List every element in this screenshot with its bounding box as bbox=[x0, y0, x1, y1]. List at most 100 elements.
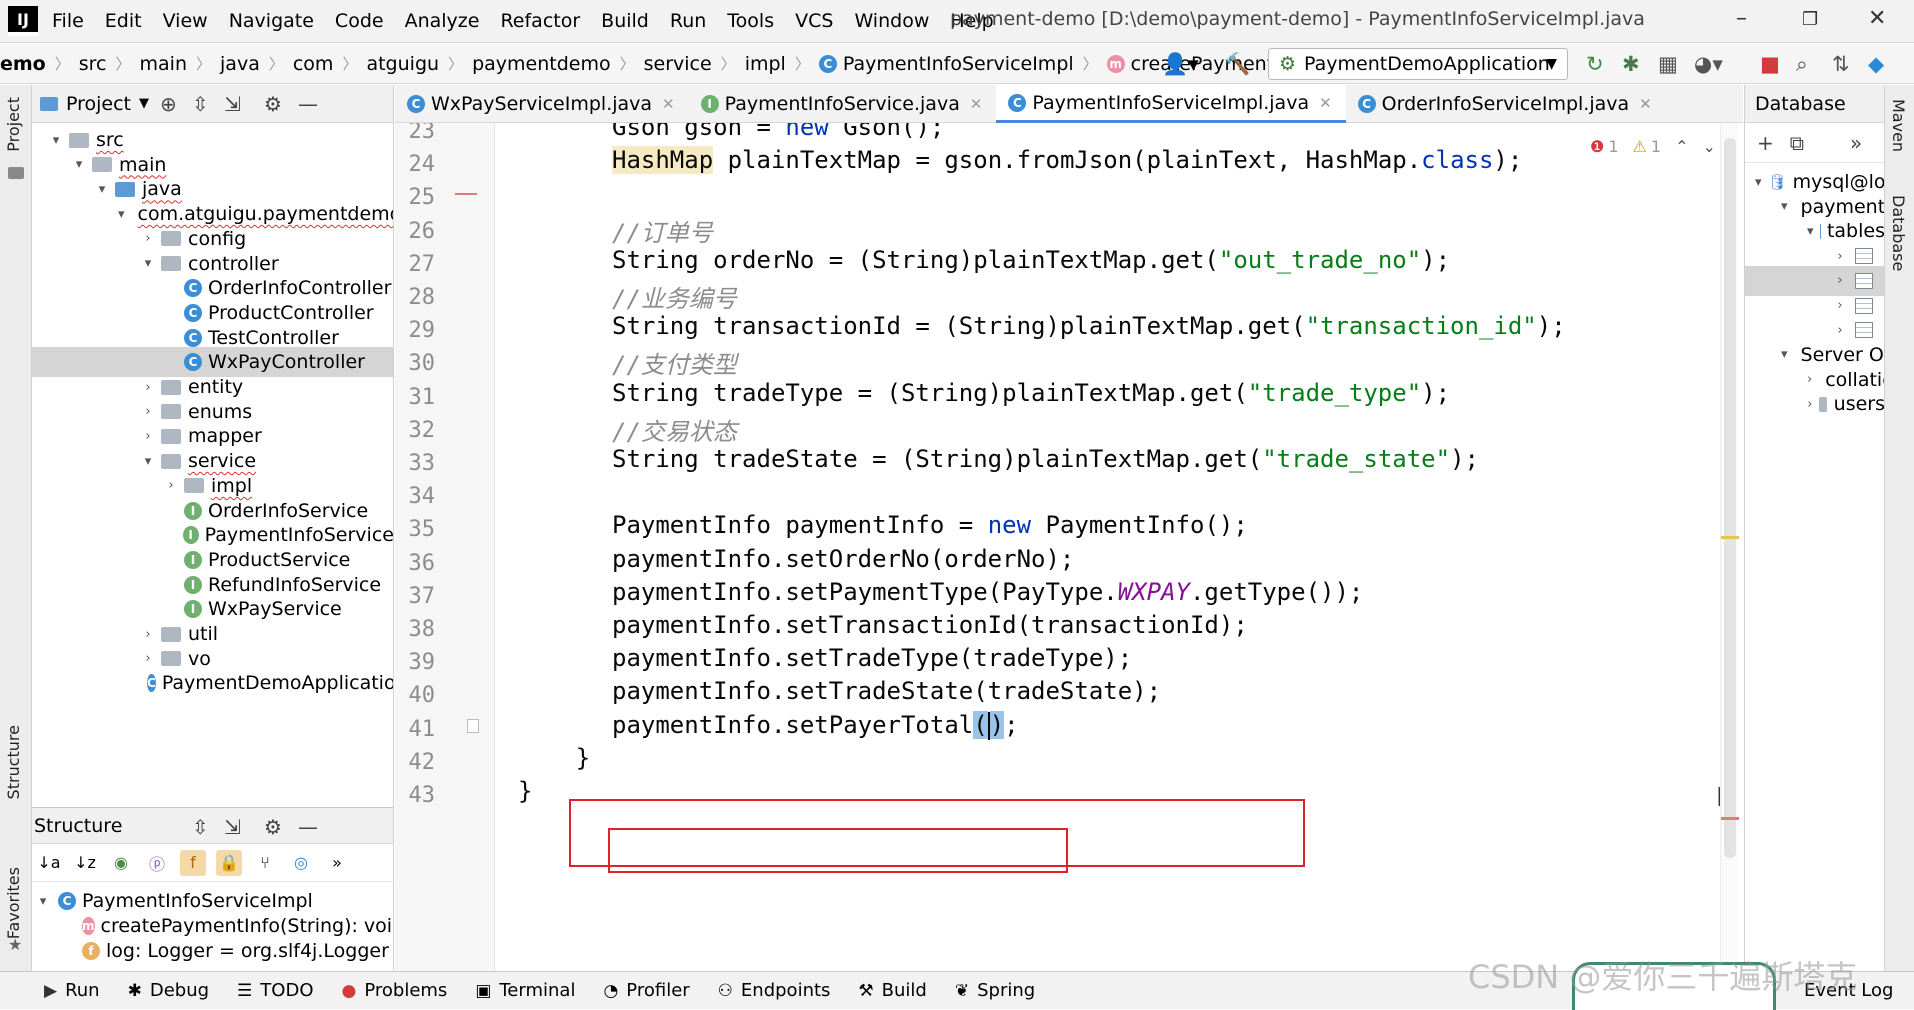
tree-item[interactable]: CPaymentDemoApplication bbox=[32, 668, 394, 698]
favorites-tool-tab[interactable]: Favorites bbox=[4, 867, 23, 939]
bottom-tab-terminal[interactable]: ▣Terminal bbox=[475, 980, 575, 1001]
chevron-down-icon[interactable]: ▼ bbox=[139, 96, 149, 111]
menu-item-file[interactable]: File bbox=[52, 10, 84, 32]
gear-icon[interactable]: ⚙ bbox=[264, 815, 282, 839]
show-lambdas-icon[interactable]: ⑂ bbox=[252, 850, 278, 876]
hide-icon[interactable]: — bbox=[298, 92, 318, 116]
structure-tool-tab[interactable]: Structure bbox=[4, 725, 23, 799]
editor-tab[interactable]: CWxPayServiceImpl.java✕ bbox=[395, 85, 689, 123]
bottom-tab-endpoints[interactable]: ⚇Endpoints bbox=[718, 980, 831, 1001]
breadcrumb-item[interactable]: paymentdemo bbox=[472, 53, 611, 75]
add-icon[interactable]: + bbox=[1757, 131, 1774, 155]
collapse-arrow-icon[interactable]: › bbox=[141, 380, 155, 395]
hammer-icon[interactable]: 🔨 bbox=[1224, 52, 1250, 77]
sort-alpha-icon[interactable]: ↓z bbox=[72, 850, 98, 876]
collapse-arrow-icon[interactable]: › bbox=[141, 404, 155, 419]
menu-item-view[interactable]: View bbox=[163, 10, 208, 32]
maven-tool-tab[interactable]: Maven bbox=[1889, 99, 1908, 152]
bottom-tab-problems[interactable]: ●Problems bbox=[342, 980, 448, 1001]
close-tab-icon[interactable]: ✕ bbox=[1639, 95, 1652, 113]
close-icon[interactable]: ✕ bbox=[1868, 6, 1886, 31]
project-tool-tab[interactable]: Project bbox=[4, 97, 23, 152]
bottom-tab-spring[interactable]: ❦Spring bbox=[955, 980, 1035, 1001]
bottom-tab-run[interactable]: ▶Run bbox=[44, 980, 100, 1001]
editor-scrollbar[interactable] bbox=[1720, 123, 1738, 971]
menu-item-window[interactable]: Window bbox=[854, 10, 929, 32]
database-tool-tab[interactable]: Database bbox=[1889, 195, 1908, 271]
error-marker[interactable] bbox=[1721, 817, 1739, 820]
show-fields-icon[interactable]: f bbox=[180, 850, 206, 876]
editor-tab[interactable]: CPaymentInfoServiceImpl.java✕ bbox=[996, 85, 1345, 123]
collapse-all-icon[interactable]: ⇲ bbox=[224, 92, 241, 116]
menu-item-tools[interactable]: Tools bbox=[727, 10, 774, 32]
breadcrumb-item[interactable]: src bbox=[79, 53, 107, 75]
expand-arrow-icon[interactable]: ▾ bbox=[1781, 347, 1788, 362]
collapse-all-icon[interactable]: ⇲ bbox=[224, 815, 241, 839]
collapse-arrow-icon[interactable]: › bbox=[1833, 273, 1847, 288]
vcs-icon[interactable]: ⇅ bbox=[1832, 52, 1850, 76]
collapse-arrow-icon[interactable]: › bbox=[1833, 249, 1847, 264]
collapse-arrow-icon[interactable]: › bbox=[141, 651, 155, 666]
expand-arrow-icon[interactable]: ▾ bbox=[72, 157, 86, 172]
breadcrumb-item[interactable]: atguigu bbox=[366, 53, 439, 75]
collapse-arrow-icon[interactable]: › bbox=[1807, 397, 1813, 412]
expand-all-icon[interactable]: ⇳ bbox=[192, 92, 209, 116]
inspection-widget[interactable]: ❶ 1 ⚠ 1 ⌃ ⌄ bbox=[1590, 137, 1716, 156]
gear-icon[interactable]: ⚙ bbox=[264, 92, 282, 116]
minimize-icon[interactable]: – bbox=[1736, 6, 1747, 31]
show-inherited-icon[interactable]: ◉ bbox=[108, 850, 134, 876]
bottom-tab-build[interactable]: ⚒Build bbox=[858, 980, 926, 1001]
expand-arrow-icon[interactable]: ▾ bbox=[1755, 175, 1762, 190]
collapse-arrow-icon[interactable]: › bbox=[164, 478, 178, 493]
menu-item-analyze[interactable]: Analyze bbox=[405, 10, 480, 32]
expand-arrow-icon[interactable]: ▾ bbox=[95, 182, 109, 197]
close-tab-icon[interactable]: ✕ bbox=[1319, 94, 1332, 112]
project-view-select[interactable]: Project bbox=[66, 93, 131, 115]
plugin-icon[interactable]: ◆ bbox=[1868, 52, 1884, 76]
autoscroll-icon[interactable]: ◎ bbox=[288, 850, 314, 876]
expand-arrow-icon[interactable]: ▾ bbox=[1781, 199, 1788, 214]
next-highlight-icon[interactable]: ⌄ bbox=[1702, 137, 1715, 156]
menu-item-build[interactable]: Build bbox=[601, 10, 649, 32]
collapse-arrow-icon[interactable]: › bbox=[1833, 298, 1847, 313]
close-tab-icon[interactable]: ✕ bbox=[662, 95, 675, 113]
run-configuration-select[interactable]: ⚙ PaymentDemoApplication ▼ bbox=[1268, 48, 1568, 80]
fold-marker-icon[interactable] bbox=[467, 719, 479, 733]
breadcrumb-item[interactable]: emo bbox=[0, 53, 46, 75]
breadcrumb-item[interactable]: java bbox=[220, 53, 260, 75]
bottom-tab-debug[interactable]: ✱Debug bbox=[128, 980, 209, 1001]
search-icon[interactable]: ⌕ bbox=[1796, 52, 1808, 77]
collapse-arrow-icon[interactable]: › bbox=[141, 231, 155, 246]
hide-icon[interactable]: — bbox=[298, 815, 318, 839]
menu-item-run[interactable]: Run bbox=[670, 10, 706, 32]
menu-item-refactor[interactable]: Refactor bbox=[500, 10, 580, 32]
locate-icon[interactable]: ⊕ bbox=[160, 92, 177, 116]
expand-arrow-icon[interactable]: ▾ bbox=[141, 454, 155, 469]
scrollbar-thumb[interactable] bbox=[1724, 138, 1736, 858]
collapse-arrow-icon[interactable]: › bbox=[141, 627, 155, 642]
menu-item-vcs[interactable]: VCS bbox=[795, 10, 833, 32]
bottom-tab-todo[interactable]: ☰TODO bbox=[237, 980, 313, 1001]
user-icon[interactable]: 👤▾ bbox=[1162, 52, 1199, 77]
expand-arrow-icon[interactable]: ▾ bbox=[1807, 224, 1814, 239]
stop-icon[interactable]: ■ bbox=[1760, 52, 1780, 76]
maximize-icon[interactable]: ❐ bbox=[1802, 9, 1818, 30]
expand-arrow-icon[interactable]: ▾ bbox=[118, 207, 125, 222]
collapse-arrow-icon[interactable]: › bbox=[1833, 323, 1847, 338]
more-icon[interactable]: » bbox=[1850, 131, 1862, 155]
breadcrumb-item[interactable]: com bbox=[293, 53, 334, 75]
menu-item-edit[interactable]: Edit bbox=[105, 10, 142, 32]
debug-icon[interactable]: ✱ bbox=[1622, 52, 1640, 76]
rerun-icon[interactable]: ↻ bbox=[1586, 52, 1604, 76]
collapse-arrow-icon[interactable]: › bbox=[1807, 372, 1812, 387]
previous-highlight-icon[interactable]: ⌃ bbox=[1675, 137, 1688, 156]
expand-arrow-icon[interactable]: ▾ bbox=[141, 256, 155, 271]
warning-marker[interactable] bbox=[1721, 536, 1739, 539]
structure-item[interactable]: flog: Logger = org.slf4j.Logger bbox=[32, 936, 394, 966]
code-editor[interactable]: ❶ 1 ⚠ 1 ⌃ ⌄ Gson gson = new Gson();HashM… bbox=[496, 123, 1743, 971]
bottom-tab-profiler[interactable]: ◔Profiler bbox=[603, 980, 689, 1001]
show-properties-icon[interactable]: ⓟ bbox=[144, 850, 170, 876]
breadcrumb-item[interactable]: service bbox=[644, 53, 712, 75]
database-tree-item[interactable]: ›users bbox=[1745, 389, 1884, 419]
breadcrumb-item[interactable]: main bbox=[140, 53, 187, 75]
